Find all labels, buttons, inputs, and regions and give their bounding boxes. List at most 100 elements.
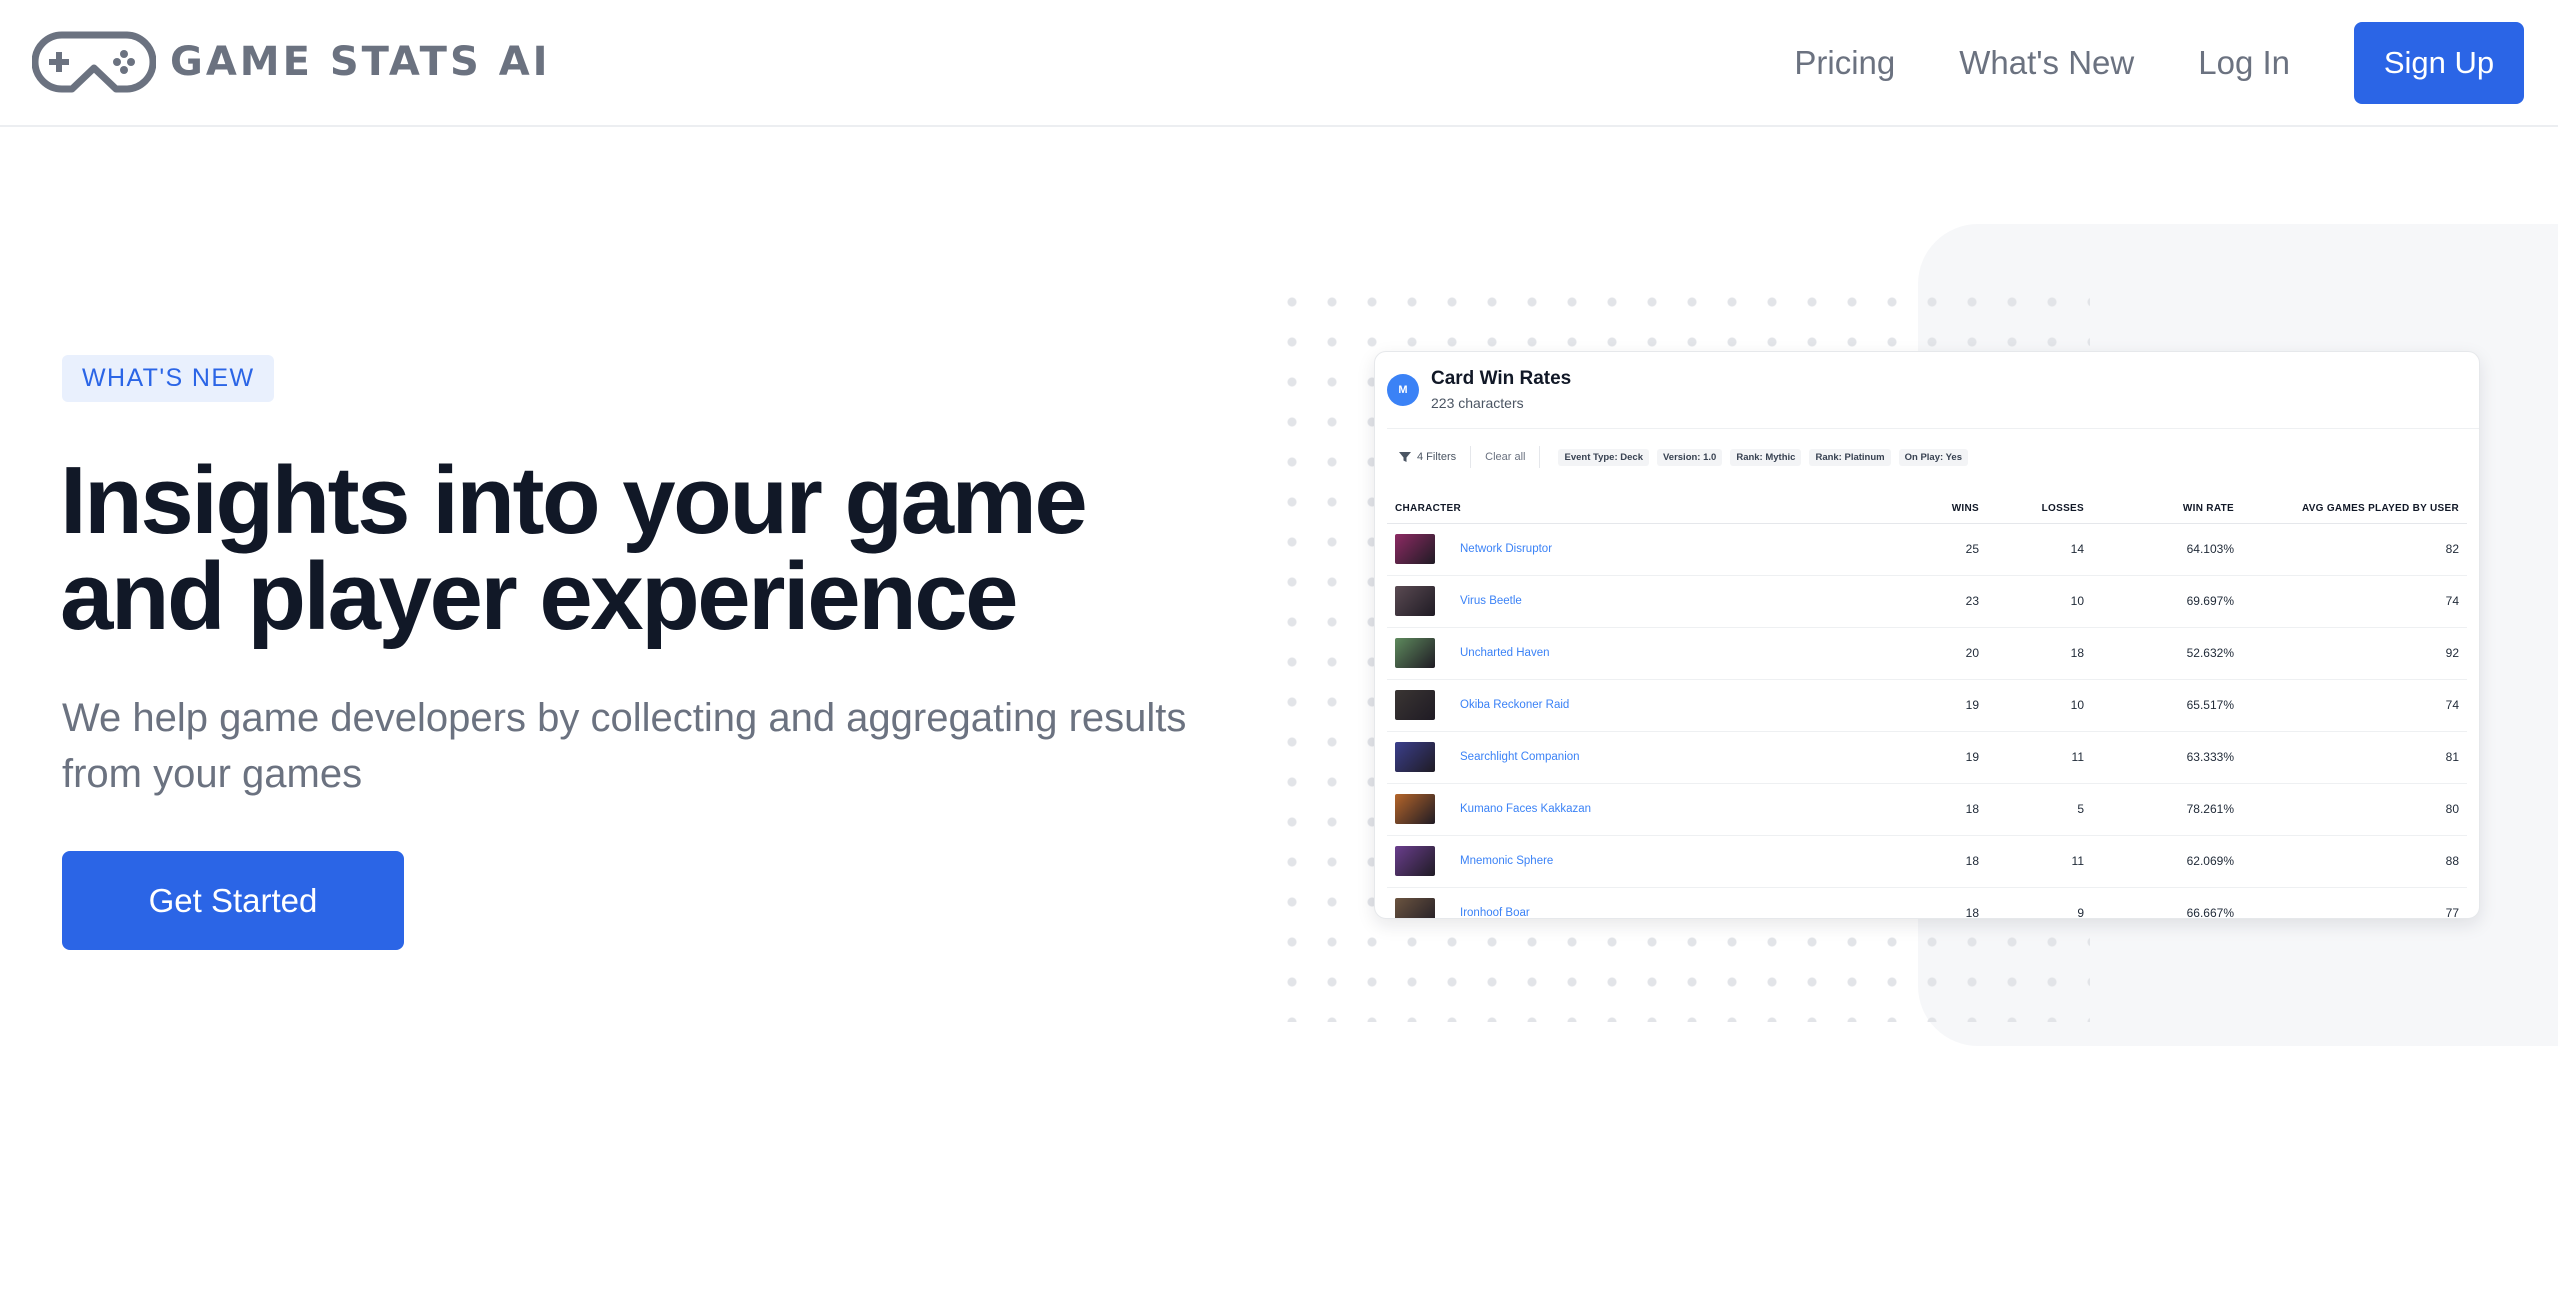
avg-games-cell: 74 <box>2242 679 2467 732</box>
win-rate-cell: 62.069% <box>2092 835 2242 888</box>
whats-new-badge: WHAT'S NEW <box>62 355 275 402</box>
card-thumbnail <box>1395 794 1435 824</box>
filter-icon <box>1399 452 1411 462</box>
wins-cell: 25 <box>1857 523 1987 576</box>
character-link[interactable]: Uncharted Haven <box>1460 647 1550 659</box>
filter-chip[interactable]: Rank: Platinum <box>1809 448 1891 466</box>
table-row[interactable]: Mnemonic Sphere 18 11 62.069% 88 <box>1387 835 2467 888</box>
table-row[interactable]: Network Disruptor 25 14 64.103% 82 <box>1387 523 2467 576</box>
nav-link-pricing[interactable]: Pricing <box>1794 44 1895 82</box>
character-link[interactable]: Okiba Reckoner Raid <box>1460 699 1569 711</box>
headline-line-1: Insights into your game <box>60 447 1088 554</box>
divider <box>1539 446 1541 468</box>
card-thumbnail <box>1395 638 1435 668</box>
character-link[interactable]: Searchlight Companion <box>1460 751 1580 763</box>
avg-games-cell: 77 <box>2242 887 2467 918</box>
wins-cell: 18 <box>1857 887 1987 918</box>
column-header-character[interactable]: CHARACTER <box>1387 495 1857 524</box>
nav-link-login[interactable]: Log In <box>2198 44 2290 82</box>
hero-headline: Insights into your game and player exper… <box>60 453 1220 645</box>
win-rate-cell: 64.103% <box>2092 523 2242 576</box>
card-thumbnail <box>1395 742 1435 772</box>
character-link[interactable]: Mnemonic Sphere <box>1460 855 1553 867</box>
wins-cell: 18 <box>1857 835 1987 888</box>
character-cell: Virus Beetle <box>1387 575 1857 628</box>
character-link[interactable]: Virus Beetle <box>1460 595 1522 607</box>
divider <box>1387 428 2479 429</box>
nav-link-whats-new[interactable]: What's New <box>1959 44 2134 82</box>
get-started-button[interactable]: Get Started <box>62 851 404 950</box>
win-rate-cell: 52.632% <box>2092 627 2242 680</box>
filter-chip[interactable]: Event Type: Deck <box>1558 448 1649 466</box>
losses-cell: 11 <box>1987 835 2092 888</box>
character-link[interactable]: Ironhoof Boar <box>1460 907 1530 918</box>
card-thumbnail <box>1395 690 1435 720</box>
character-cell: Mnemonic Sphere <box>1387 835 1857 888</box>
character-link[interactable]: Kumano Faces Kakkazan <box>1460 803 1591 815</box>
character-cell: Searchlight Companion <box>1387 731 1857 784</box>
avg-games-cell: 80 <box>2242 783 2467 836</box>
wins-cell: 20 <box>1857 627 1987 680</box>
card-win-rates-preview: M Card Win Rates 223 characters 4 Filter… <box>1374 351 2480 919</box>
table-row[interactable]: Kumano Faces Kakkazan 18 5 78.261% 80 <box>1387 783 2467 836</box>
win-rate-cell: 65.517% <box>2092 679 2242 732</box>
card-subtitle: 223 characters <box>1431 395 1524 411</box>
losses-cell: 10 <box>1987 575 2092 628</box>
column-header-wins[interactable]: WINS <box>1857 495 1987 524</box>
column-header-losses[interactable]: LOSSES <box>1987 495 2092 524</box>
filter-chips: Event Type: Deck Version: 1.0 Rank: Myth… <box>1558 448 1976 466</box>
losses-cell: 14 <box>1987 523 2092 576</box>
divider <box>1470 446 1472 468</box>
win-rate-cell: 66.667% <box>2092 887 2242 918</box>
card-title: Card Win Rates <box>1431 368 1572 389</box>
column-header-win-rate[interactable]: WIN RATE <box>2092 495 2242 524</box>
wins-cell: 23 <box>1857 575 1987 628</box>
signup-button[interactable]: Sign Up <box>2354 22 2524 104</box>
filters-button[interactable]: 4 Filters <box>1387 451 1456 463</box>
avg-games-cell: 74 <box>2242 575 2467 628</box>
card-thumbnail <box>1395 534 1435 564</box>
wins-cell: 18 <box>1857 783 1987 836</box>
filter-bar: 4 Filters Clear all Event Type: Deck Ver… <box>1387 440 2479 474</box>
win-rates-table: CHARACTER WINS LOSSES WIN RATE AVG GAMES… <box>1387 495 2467 918</box>
avg-games-cell: 92 <box>2242 627 2467 680</box>
losses-cell: 11 <box>1987 731 2092 784</box>
table-header-row: CHARACTER WINS LOSSES WIN RATE AVG GAMES… <box>1387 495 2467 524</box>
main-nav: Pricing What's New Log In Sign Up <box>1794 22 2524 104</box>
win-rate-cell: 78.261% <box>2092 783 2242 836</box>
table-row[interactable]: Virus Beetle 23 10 69.697% 74 <box>1387 575 2467 628</box>
table-row[interactable]: Okiba Reckoner Raid 19 10 65.517% 74 <box>1387 679 2467 732</box>
logo[interactable]: GAME STATS AI <box>32 30 551 94</box>
column-header-avg-games[interactable]: AVG GAMES PLAYED BY USER <box>2242 495 2467 524</box>
filter-chip[interactable]: On Play: Yes <box>1898 448 1968 466</box>
gamepad-icon <box>32 31 156 93</box>
losses-cell: 9 <box>1987 887 2092 918</box>
win-rate-cell: 63.333% <box>2092 731 2242 784</box>
avg-games-cell: 88 <box>2242 835 2467 888</box>
losses-cell: 5 <box>1987 783 2092 836</box>
clear-all-link[interactable]: Clear all <box>1485 451 1525 463</box>
hero-subtext: We help game developers by collecting an… <box>62 696 1187 796</box>
wins-cell: 19 <box>1857 731 1987 784</box>
card-thumbnail <box>1395 846 1435 876</box>
win-rate-cell: 69.697% <box>2092 575 2242 628</box>
avg-games-cell: 82 <box>2242 523 2467 576</box>
table-row[interactable]: Ironhoof Boar 18 9 66.667% 77 <box>1387 887 2467 918</box>
filter-chip[interactable]: Rank: Mythic <box>1730 448 1802 466</box>
table-row[interactable]: Uncharted Haven 20 18 52.632% 92 <box>1387 627 2467 680</box>
table-row[interactable]: Searchlight Companion 19 11 63.333% 81 <box>1387 731 2467 784</box>
character-link[interactable]: Network Disruptor <box>1460 543 1552 555</box>
filter-chip[interactable]: Version: 1.0 <box>1656 448 1723 466</box>
wins-cell: 19 <box>1857 679 1987 732</box>
card-thumbnail <box>1395 898 1435 918</box>
character-cell: Uncharted Haven <box>1387 627 1857 680</box>
losses-cell: 18 <box>1987 627 2092 680</box>
site-header: GAME STATS AI Pricing What's New Log In … <box>0 0 2558 127</box>
avatar: M <box>1387 374 1419 406</box>
card-thumbnail <box>1395 586 1435 616</box>
character-cell: Kumano Faces Kakkazan <box>1387 783 1857 836</box>
filters-label: 4 Filters <box>1417 451 1457 463</box>
character-cell: Network Disruptor <box>1387 523 1857 576</box>
character-cell: Okiba Reckoner Raid <box>1387 679 1857 732</box>
losses-cell: 10 <box>1987 679 2092 732</box>
